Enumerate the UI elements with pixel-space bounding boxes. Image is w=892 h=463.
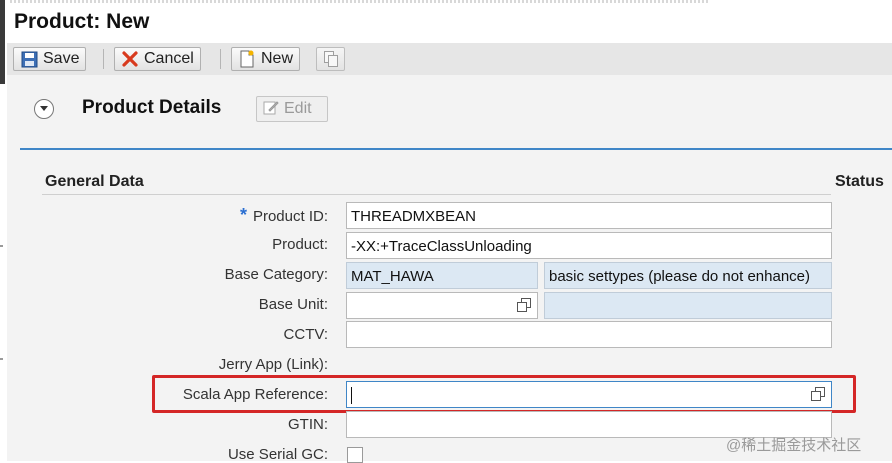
cancel-label: Cancel	[144, 50, 194, 67]
section-title: Product Details	[82, 97, 222, 118]
edit-label: Edit	[284, 100, 312, 117]
base-unit-description	[544, 292, 832, 319]
product-id-input[interactable]: THREADMXBEAN	[346, 202, 832, 229]
cancel-button[interactable]: Cancel	[114, 47, 201, 71]
toolbar: Save Cancel New	[7, 43, 892, 75]
copy-button[interactable]	[316, 47, 345, 71]
new-document-icon	[238, 50, 256, 68]
rail-tick	[0, 245, 3, 247]
cctv-label: CCTV:	[283, 326, 328, 343]
group-title: General Data	[45, 173, 144, 190]
collapse-toggle[interactable]	[34, 99, 54, 119]
chevron-down-icon	[39, 100, 49, 118]
save-icon	[20, 50, 38, 68]
cctv-input[interactable]	[346, 321, 832, 348]
page-title: Product: New	[14, 10, 150, 33]
left-rail	[0, 0, 7, 461]
product-id-label: * Product ID:	[239, 205, 328, 225]
toolbar-separator	[220, 49, 221, 69]
new-button[interactable]: New	[231, 47, 301, 71]
highlight-annotation-box	[152, 375, 856, 413]
copy-icon	[322, 50, 340, 68]
toolbar-separator	[103, 49, 104, 69]
jerry-app-link-label: Jerry App (Link):	[218, 356, 328, 373]
edit-button[interactable]: Edit	[256, 96, 328, 122]
base-unit-label: Base Unit:	[258, 296, 328, 313]
save-label: Save	[43, 50, 80, 67]
value-help-icon[interactable]	[516, 297, 532, 317]
product-label: Product:	[272, 236, 328, 253]
rail-dark-strip	[0, 0, 5, 84]
save-button[interactable]: Save	[13, 47, 87, 71]
section-divider	[20, 148, 892, 150]
group-underline	[42, 194, 831, 195]
required-asterisk: *	[239, 205, 247, 225]
product-input[interactable]: -XX:+TraceClassUnloading	[346, 232, 832, 259]
close-icon	[121, 50, 139, 68]
status-title: Status	[835, 173, 884, 190]
base-unit-input[interactable]	[346, 292, 538, 319]
gtin-label: GTIN:	[288, 416, 328, 433]
watermark: @稀土掘金技术社区	[726, 437, 862, 454]
base-category-value: MAT_HAWA	[346, 262, 538, 289]
new-label: New	[261, 50, 294, 67]
rail-tick	[0, 358, 3, 360]
edit-pencil-icon	[263, 99, 279, 120]
base-category-description: basic settypes (please do not enhance)	[544, 262, 832, 289]
use-serial-gc-label: Use Serial GC:	[227, 446, 328, 463]
base-category-label: Base Category:	[224, 266, 328, 283]
top-dotted-border	[10, 0, 710, 3]
